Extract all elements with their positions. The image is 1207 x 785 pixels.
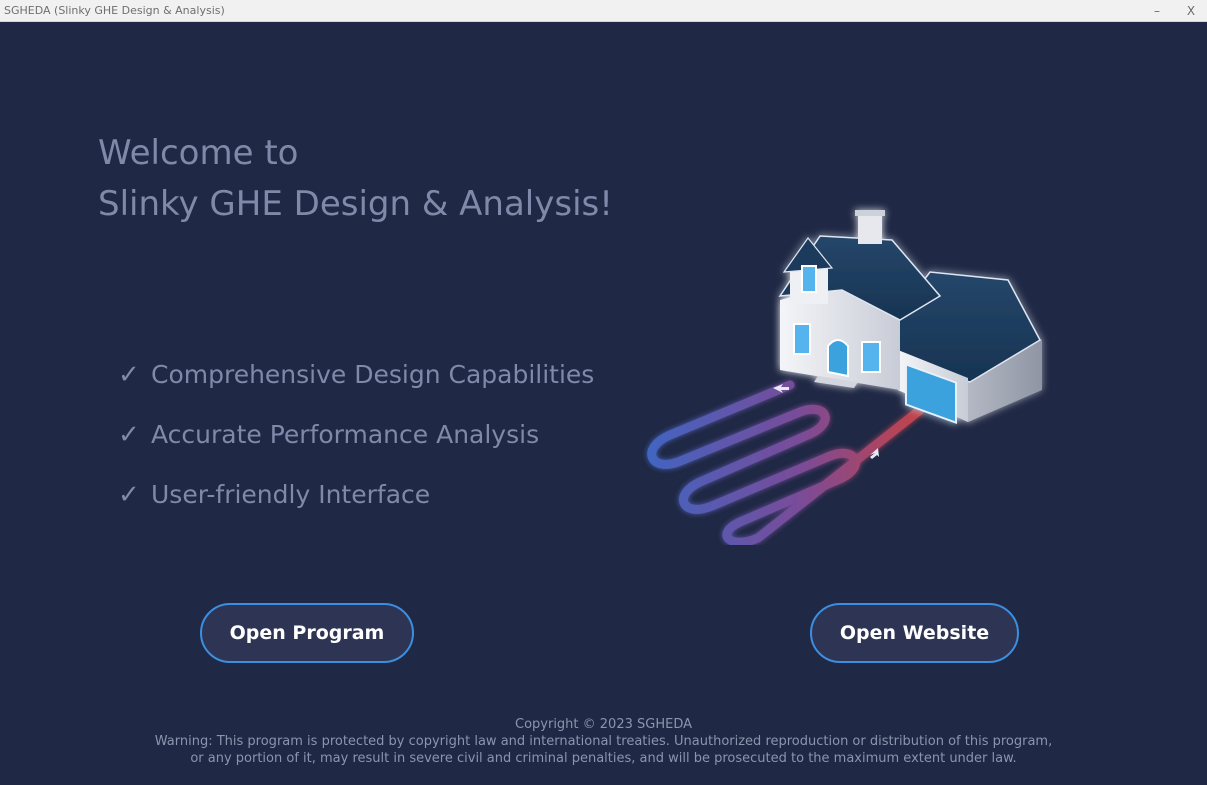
warning-line-2: or any portion of it, may result in seve… bbox=[190, 751, 1017, 766]
check-icon: ✓ bbox=[118, 420, 140, 450]
check-icon: ✓ bbox=[118, 480, 140, 510]
welcome-line-1: Welcome to bbox=[98, 133, 299, 173]
house-icon bbox=[778, 210, 1042, 425]
close-button[interactable]: X bbox=[1180, 2, 1202, 20]
minimize-button[interactable]: – bbox=[1146, 2, 1168, 20]
open-website-button[interactable]: Open Website bbox=[810, 603, 1019, 663]
feature-label: Comprehensive Design Capabilities bbox=[151, 360, 595, 389]
feature-item: ✓ User-friendly Interface bbox=[118, 474, 594, 534]
title-bar[interactable]: SGHEDA (Slinky GHE Design & Analysis) – … bbox=[0, 0, 1207, 22]
feature-item: ✓ Accurate Performance Analysis bbox=[118, 414, 594, 474]
footer: Copyright © 2023 SGHEDA Warning: This pr… bbox=[0, 716, 1207, 767]
feature-list: ✓ Comprehensive Design Capabilities ✓ Accu… bbox=[118, 354, 594, 534]
check-icon: ✓ bbox=[118, 360, 140, 390]
feature-label: User-friendly Interface bbox=[151, 480, 431, 509]
copyright-text: Copyright © 2023 SGHEDA bbox=[515, 717, 692, 732]
window-title: SGHEDA (Slinky GHE Design & Analysis) bbox=[4, 4, 225, 17]
slinky-pipe-loop bbox=[647, 380, 925, 545]
app-window: SGHEDA (Slinky GHE Design & Analysis) – … bbox=[0, 0, 1207, 785]
feature-item: ✓ Comprehensive Design Capabilities bbox=[118, 354, 594, 414]
warning-line-1: Warning: This program is protected by co… bbox=[154, 734, 1053, 749]
welcome-heading: Welcome to Slinky GHE Design & Analysis! bbox=[98, 128, 613, 230]
house-illustration bbox=[647, 210, 1042, 545]
feature-label: Accurate Performance Analysis bbox=[151, 420, 540, 449]
welcome-line-2: Slinky GHE Design & Analysis! bbox=[98, 184, 613, 224]
open-program-button[interactable]: Open Program bbox=[200, 603, 414, 663]
